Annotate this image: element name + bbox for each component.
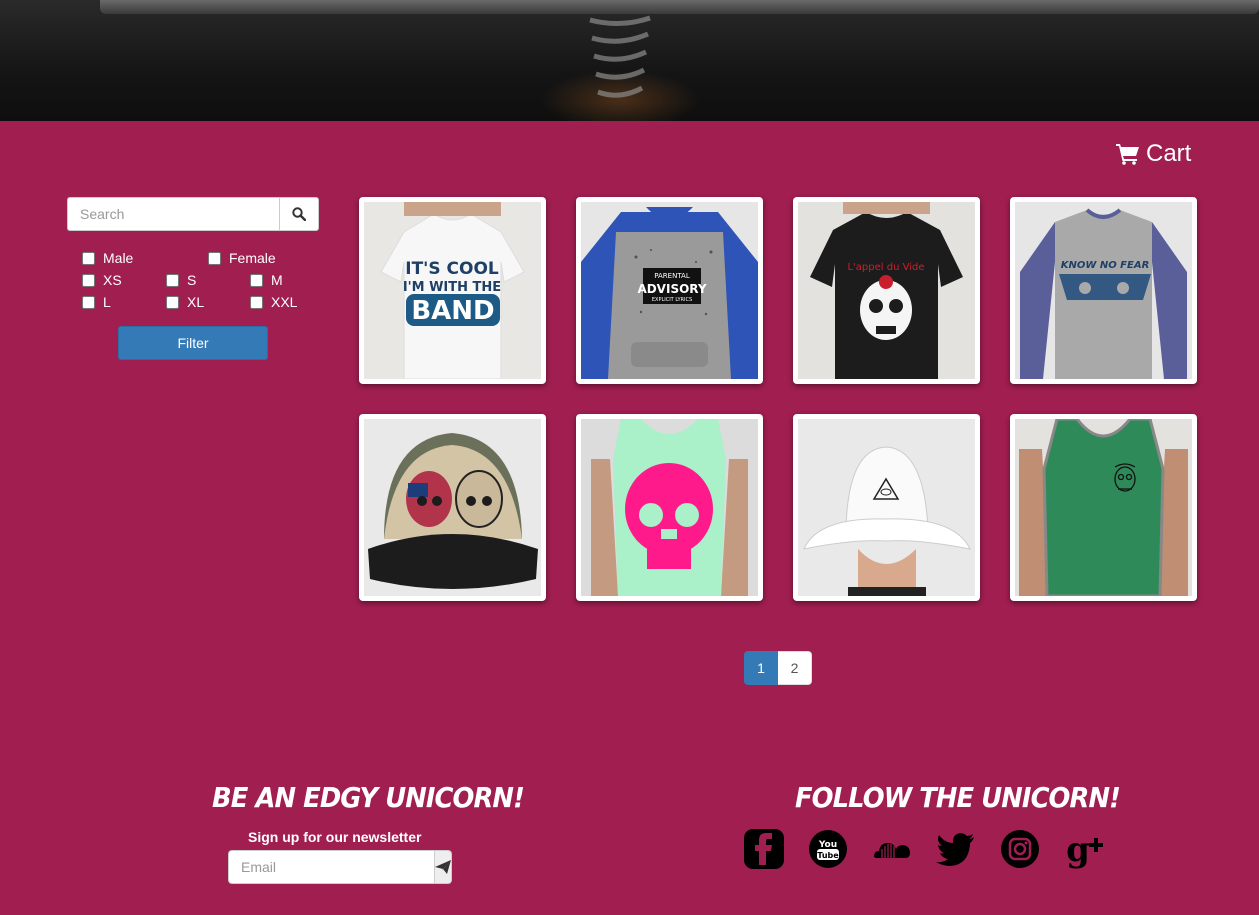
svg-text:g: g [1066,830,1090,869]
product-image-know-no-fear-tee: KNOW NO FEAR [1015,202,1192,379]
checkbox-male[interactable] [82,251,95,265]
product-card[interactable]: IT'S COOL I'M WITH THE BAND [359,197,546,384]
svg-text:IT'S COOL: IT'S COOL [405,259,499,279]
cart-link[interactable]: Cart [1116,140,1191,168]
filter-button[interactable]: Filter [118,326,268,360]
product-image-sugar-skull-tee: L'appel du Vide [798,202,975,379]
checkbox-s[interactable] [166,273,179,287]
product-card[interactable]: PARENTAL ADVISORY EXPLICIT LYRICS [576,197,763,384]
product-image-green-tank [1015,419,1192,596]
product-image-advisory-hoodie: PARENTAL ADVISORY EXPLICIT LYRICS [581,202,758,379]
svg-text:BAND: BAND [411,296,494,326]
svg-text:You: You [818,840,837,850]
filter-size-m[interactable]: M [250,272,283,288]
soundcloud-icon [874,843,910,858]
paper-plane-icon [435,860,451,874]
page-2-link[interactable]: 2 [778,651,812,685]
soundcloud-link[interactable] [872,829,912,869]
checkbox-female[interactable] [208,251,221,265]
search-button[interactable] [279,197,319,231]
google-plus-link[interactable]: g [1064,829,1104,869]
checkbox-m[interactable] [250,273,263,287]
product-card[interactable]: KNOW NO FEAR [1010,197,1197,384]
twitter-link[interactable] [936,829,976,869]
checkbox-xs[interactable] [82,273,95,287]
youtube-icon: You Tube [809,830,847,868]
newsletter-submit-button[interactable] [434,850,452,884]
product-card[interactable] [793,414,980,601]
hero-banner [0,0,1259,121]
filter-s-label: S [187,272,197,288]
checkbox-l[interactable] [82,295,95,309]
instagram-link[interactable] [1000,829,1040,869]
filter-size-xxl[interactable]: XXL [250,294,297,310]
instagram-icon [1001,830,1039,868]
svg-text:PARENTAL: PARENTAL [654,272,690,280]
filter-l-label: L [103,294,111,310]
product-card[interactable] [359,414,546,601]
filter-male-label: Male [103,250,134,266]
product-image-skull-trucker-cap [364,419,541,596]
svg-text:I'M WITH THE: I'M WITH THE [403,280,501,295]
filter-female-label: Female [229,250,276,266]
product-image-band-tee: IT'S COOL I'M WITH THE BAND [364,202,541,379]
filter-xxl-label: XXL [271,294,298,310]
svg-text:L'appel du Vide: L'appel du Vide [847,262,924,273]
hanger-graphic [589,15,651,98]
filter-size-s[interactable]: S [166,272,196,288]
youtube-link[interactable]: You Tube [808,829,848,869]
cart-label: Cart [1146,140,1192,167]
shopping-cart-icon [1116,144,1139,165]
newsletter-form [228,850,452,884]
filter-size-xs[interactable]: XS [82,272,122,288]
product-card[interactable] [1010,414,1197,601]
search-icon [292,207,306,221]
filter-male[interactable]: Male [82,250,133,266]
facebook-icon [744,829,784,869]
product-card[interactable]: L'appel du Vide [793,197,980,384]
newsletter-label: Sign up for our newsletter [248,829,422,845]
filter-xs-label: XS [103,272,122,288]
product-image-bucket-hat [798,419,975,596]
search-input[interactable] [67,197,279,231]
twitter-icon [936,833,974,866]
page-1-link[interactable]: 1 [744,651,778,685]
google-plus-icon: g [1066,830,1103,869]
checkbox-xl[interactable] [166,295,179,309]
filter-xl-label: XL [187,294,205,310]
checkbox-xxl[interactable] [250,295,263,309]
filter-size-l[interactable]: L [82,294,111,310]
follow-heading: Follow the Unicorn! [795,781,1121,814]
svg-text:KNOW NO FEAR: KNOW NO FEAR [1061,260,1150,271]
svg-text:ADVISORY: ADVISORY [637,282,706,296]
search-bar [67,197,319,231]
svg-text:EXPLICIT LYRICS: EXPLICIT LYRICS [652,297,692,303]
product-card[interactable] [576,414,763,601]
filter-female[interactable]: Female [208,250,276,266]
newsletter-heading: Be an Edgy Unicorn! [212,781,525,814]
email-input[interactable] [228,850,434,884]
facebook-link[interactable] [744,829,784,869]
product-image-pink-skull-tank [581,419,758,596]
filter-size-xl[interactable]: XL [166,294,204,310]
pagination: 1 2 [744,651,812,685]
svg-text:Tube: Tube [817,851,839,860]
filter-m-label: M [271,272,283,288]
